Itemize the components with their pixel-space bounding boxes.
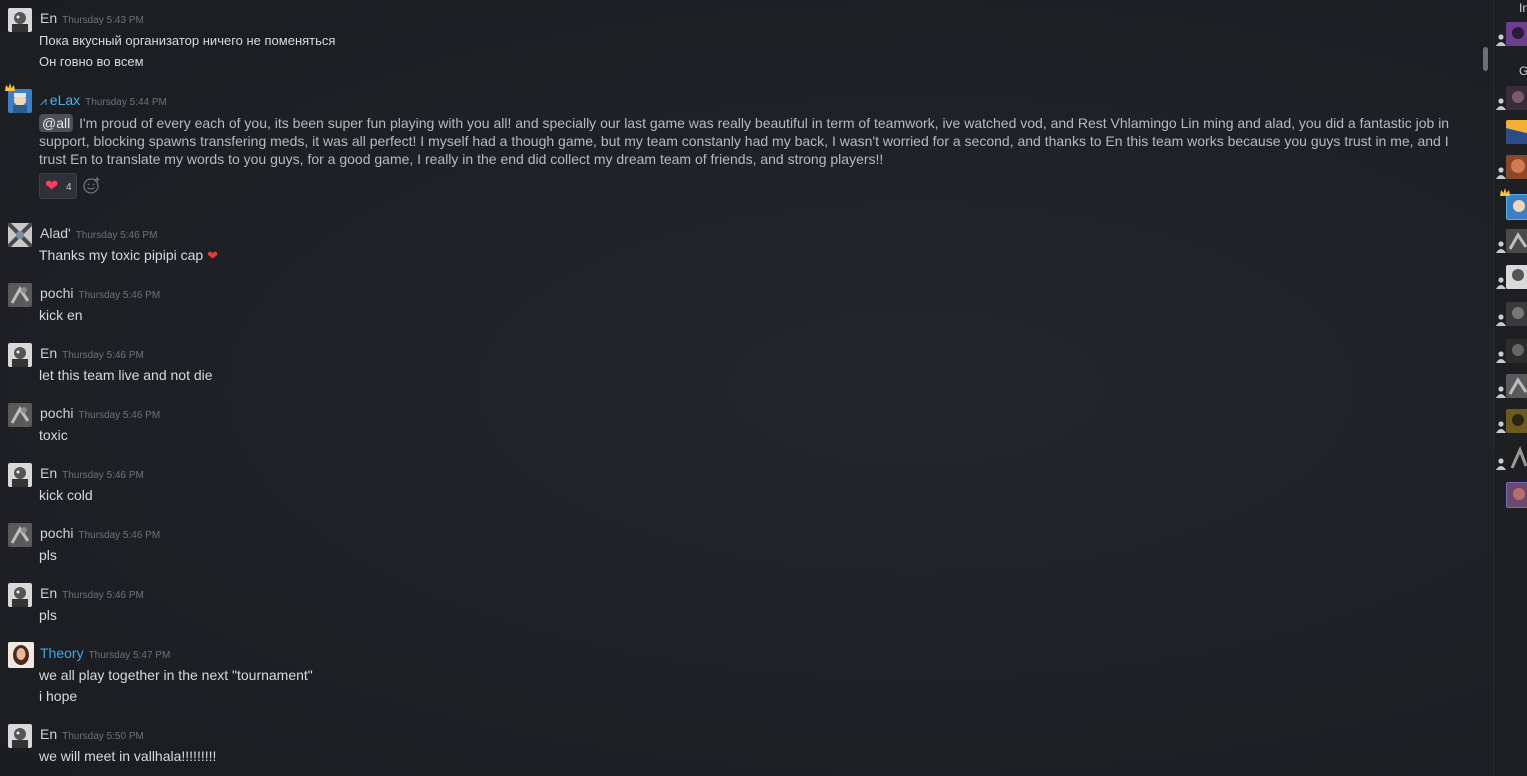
avatar — [1506, 86, 1527, 110]
message-line: Thanks my toxic pipipi cap ❤ — [39, 247, 218, 263]
chat-scrollbar[interactable] — [1480, 0, 1493, 776]
member-item[interactable] — [1496, 86, 1527, 112]
scroll-thumb[interactable] — [1483, 47, 1488, 71]
group-chat-window: En Thursday 5:43 PM Пока вкусный организа… — [0, 0, 1527, 776]
crown-icon — [1500, 188, 1510, 196]
message-line: kick en — [39, 307, 83, 323]
group-label-other: G — [1519, 64, 1527, 78]
timestamp: Thursday 5:46 PM — [62, 470, 144, 481]
person-icon — [1496, 241, 1506, 253]
message-line: Он говно во всем — [39, 54, 144, 69]
sender-name[interactable]: eLax — [50, 92, 80, 108]
sender-name[interactable]: Theory — [40, 645, 84, 661]
member-item[interactable] — [1496, 374, 1527, 400]
avatar — [1506, 194, 1527, 220]
member-item[interactable] — [1496, 302, 1527, 328]
avatar[interactable] — [8, 343, 32, 367]
member-list: In G — [1493, 0, 1527, 776]
avatar — [1506, 409, 1527, 433]
timestamp: Thursday 5:46 PM — [78, 290, 161, 301]
member-item[interactable] — [1496, 22, 1527, 48]
timestamp: Thursday 5:50 PM — [62, 731, 144, 742]
message-line: we all play together in the next "tourna… — [39, 667, 313, 683]
member-item[interactable] — [1504, 120, 1527, 146]
sender-name[interactable]: pochi — [40, 525, 73, 541]
person-icon — [1496, 421, 1506, 433]
person-icon — [1496, 458, 1506, 470]
timestamp: Thursday 5:46 PM — [62, 350, 144, 361]
avatar — [1506, 339, 1527, 363]
chevron-icon: ⩘ — [40, 94, 47, 108]
timestamp: Thursday 5:46 PM — [62, 590, 144, 601]
avatar — [1506, 374, 1527, 398]
avatar[interactable] — [8, 642, 34, 668]
avatar[interactable] — [8, 583, 32, 607]
sender-name[interactable]: En — [40, 726, 57, 742]
heart-reaction-button[interactable]: ❤ 4 — [39, 173, 77, 199]
member-item[interactable] — [1504, 482, 1527, 508]
message-line: we will meet in vallhala!!!!!!!!! — [39, 748, 217, 764]
avatar[interactable] — [8, 523, 32, 547]
person-icon — [1496, 351, 1506, 363]
add-reaction-icon[interactable] — [82, 175, 102, 195]
avatar[interactable] — [8, 89, 32, 113]
avatar — [1506, 120, 1527, 144]
timestamp: Thursday 5:46 PM — [78, 530, 161, 541]
member-item[interactable] — [1496, 446, 1527, 472]
avatar[interactable] — [8, 403, 32, 427]
member-item[interactable] — [1496, 229, 1527, 255]
avatar[interactable] — [8, 283, 32, 307]
sender-name[interactable]: Alad' — [40, 225, 71, 241]
mention-all[interactable]: @all — [39, 114, 74, 132]
person-icon — [1496, 314, 1506, 326]
avatar — [1506, 302, 1527, 326]
avatar — [1506, 22, 1527, 46]
member-item[interactable] — [1496, 265, 1527, 291]
person-icon — [1496, 386, 1506, 398]
member-item[interactable] — [1496, 339, 1527, 365]
person-icon — [1496, 98, 1506, 110]
sender-name[interactable]: pochi — [40, 405, 73, 421]
message-line: pls — [39, 607, 57, 623]
timestamp: Thursday 5:46 PM — [75, 230, 158, 241]
avatar[interactable] — [8, 463, 32, 487]
message-body: I'm proud of every each of you, its been… — [39, 115, 1450, 167]
avatar — [1506, 155, 1527, 179]
timestamp: Thursday 5:47 PM — [88, 650, 171, 661]
message-line: pls — [39, 547, 57, 563]
avatar[interactable] — [8, 8, 32, 32]
reaction-count: 4 — [66, 182, 72, 193]
avatar — [1506, 265, 1527, 289]
person-icon — [1496, 277, 1506, 289]
avatar[interactable] — [8, 724, 32, 748]
group-label-ingame: In — [1519, 1, 1527, 15]
chat-message-list[interactable]: En Thursday 5:43 PM Пока вкусный организа… — [0, 0, 1480, 776]
message-text: @all I'm proud of every each of you, its… — [39, 114, 1464, 168]
message-line: Пока вкусный организатор ничего не помен… — [39, 33, 336, 48]
message-line: kick cold — [39, 487, 93, 503]
sender-name[interactable]: En — [40, 345, 57, 361]
avatar — [1506, 482, 1527, 508]
member-item[interactable] — [1500, 188, 1527, 220]
avatar — [1506, 446, 1527, 470]
heart-emoji: ❤ — [45, 178, 59, 195]
sender-name[interactable]: En — [40, 585, 57, 601]
avatar — [1506, 229, 1527, 253]
message-line: let this team live and not die — [39, 367, 213, 383]
message-line: toxic — [39, 427, 68, 443]
member-item[interactable] — [1496, 155, 1527, 181]
avatar[interactable] — [8, 223, 32, 247]
heart-emoji: ❤ — [207, 248, 218, 263]
person-icon — [1496, 34, 1506, 46]
crown-icon — [5, 83, 15, 91]
timestamp: Thursday 5:46 PM — [78, 410, 161, 421]
person-icon — [1496, 167, 1506, 179]
sender-name[interactable]: En — [40, 10, 57, 26]
timestamp: Thursday 5:43 PM — [62, 15, 144, 26]
member-item[interactable] — [1496, 409, 1527, 435]
message-line: i hope — [39, 688, 78, 704]
timestamp: Thursday 5:44 PM — [85, 97, 167, 108]
sender-name[interactable]: En — [40, 465, 57, 481]
sender-name[interactable]: pochi — [40, 285, 73, 301]
